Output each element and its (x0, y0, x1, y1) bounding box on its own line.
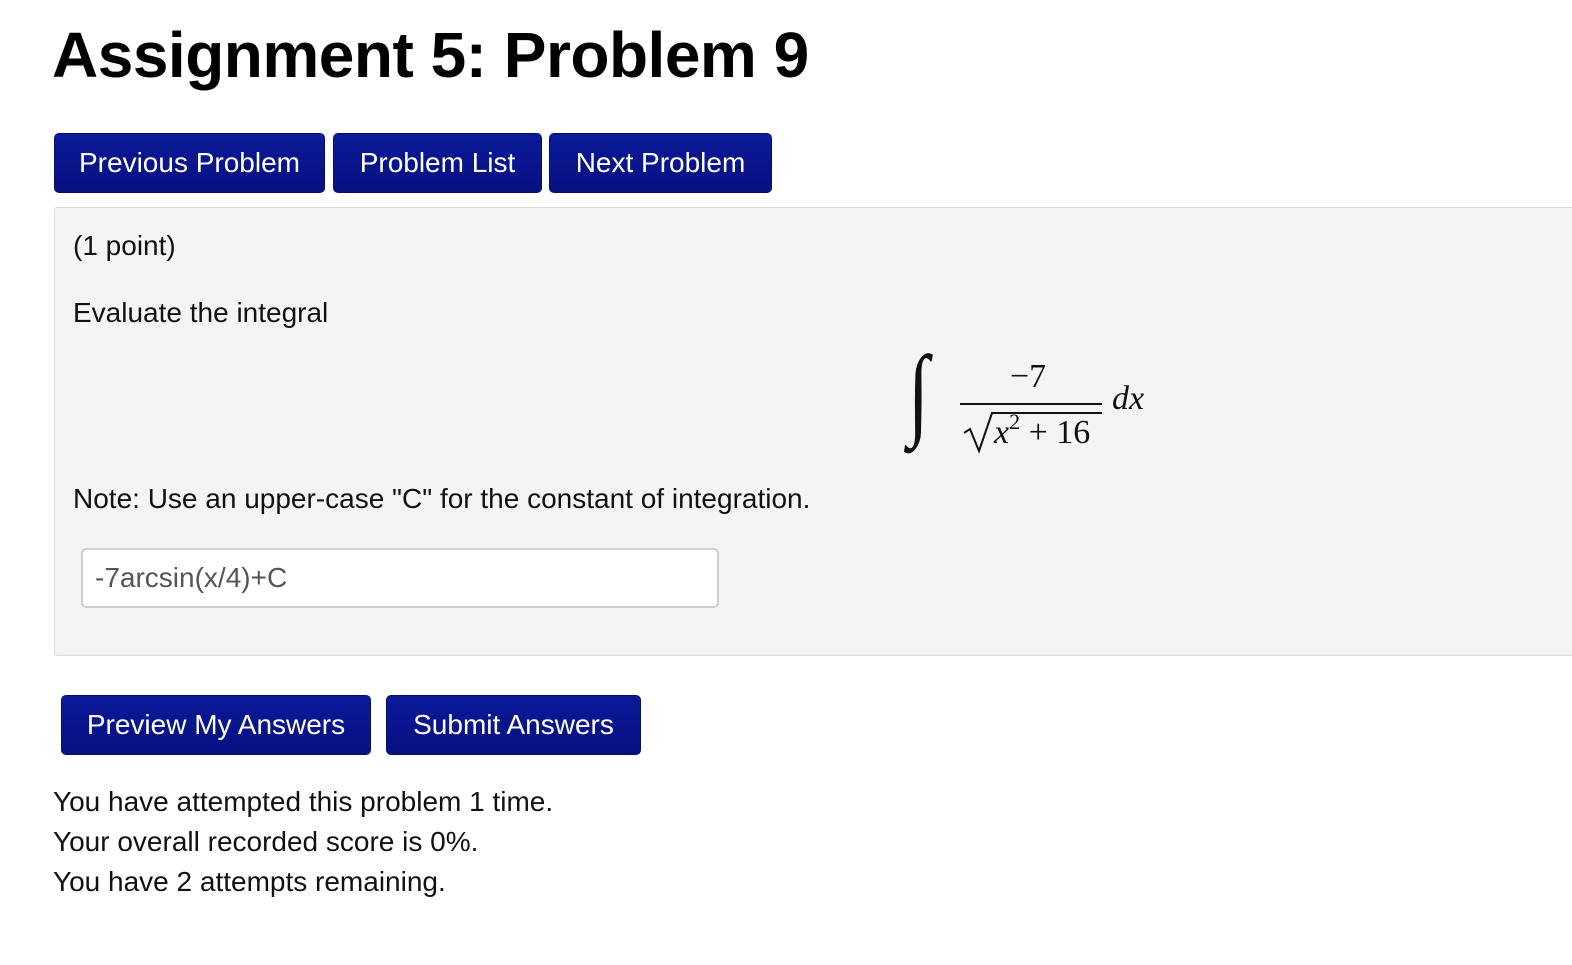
score-status: Your overall recorded score is 0%. (53, 826, 479, 857)
previous-problem-button[interactable]: Previous Problem (54, 133, 325, 193)
attempts-status: You have attempted this problem 1 time. (53, 786, 554, 817)
problem-note: Note: Use an upper-case "C" for the cons… (73, 483, 811, 514)
page-title: Assignment 5: Problem 9 (52, 19, 809, 91)
page: Assignment 5: Problem 9 Previous Problem… (0, 0, 1572, 965)
preview-answers-button[interactable]: Preview My Answers (61, 695, 371, 755)
next-problem-button[interactable]: Next Problem (549, 133, 772, 193)
submit-answers-button[interactable]: Submit Answers (386, 695, 641, 755)
integral-sign: ∫ (908, 336, 929, 449)
fraction-denominator: x2 + 16 (994, 411, 1091, 452)
problem-prompt: Evaluate the integral (73, 297, 329, 328)
fraction-numerator: −7 (1010, 358, 1047, 395)
answer-input[interactable] (81, 548, 719, 608)
problem-list-button[interactable]: Problem List (333, 133, 542, 193)
problem-points: (1 point) (73, 230, 176, 261)
remaining-status: You have 2 attempts remaining. (53, 866, 446, 897)
denominator-variable: x (994, 414, 1010, 451)
denominator-exponent: 2 (1009, 409, 1021, 434)
denominator-constant: + 16 (1020, 414, 1091, 451)
differential: dx (1112, 380, 1145, 417)
